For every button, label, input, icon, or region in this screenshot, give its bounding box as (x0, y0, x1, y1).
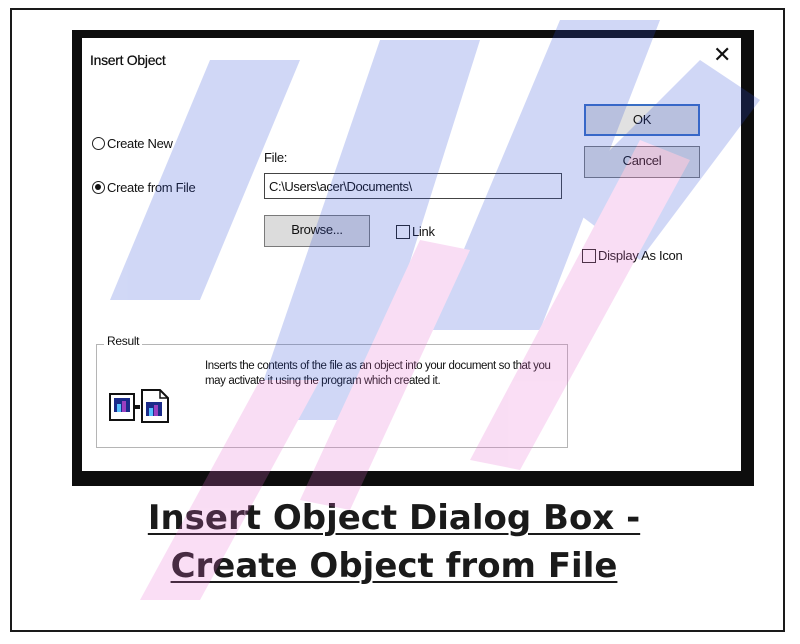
caption-line-1: Insert Object Dialog Box - (0, 498, 794, 538)
create-new-radio[interactable] (92, 137, 105, 150)
cancel-button[interactable]: Cancel (584, 146, 700, 178)
close-icon[interactable]: ✕ (713, 44, 731, 66)
browse-button[interactable]: Browse... (264, 215, 370, 247)
display-as-icon-checkbox[interactable] (582, 248, 596, 263)
dialog-title: Insert Object (90, 52, 166, 68)
link-checkbox[interactable] (396, 224, 410, 239)
link-option[interactable]: Link (396, 224, 435, 239)
result-legend: Result (104, 334, 143, 348)
display-as-icon-label: Display As Icon (598, 248, 683, 263)
insert-object-dialog: Insert Object ✕ Create New Create from F… (82, 38, 741, 471)
caption-line-2-text: Create Object from File (170, 546, 618, 586)
create-from-file-label: Create from File (107, 180, 196, 195)
create-new-label: Create New (107, 136, 173, 151)
ok-button[interactable]: OK (584, 104, 700, 136)
link-label: Link (412, 224, 435, 239)
create-from-file-radio[interactable] (92, 181, 105, 194)
embedded-object-icon (109, 389, 169, 423)
file-path-input[interactable] (264, 173, 562, 199)
result-description: Inserts the contents of the file as an o… (205, 360, 551, 387)
create-from-file-option[interactable]: Create from File (92, 180, 196, 195)
caption-line-2: Create Object from File (0, 546, 794, 586)
file-label: File: (264, 150, 288, 165)
caption-line-1-text: Insert Object Dialog Box - (147, 498, 641, 538)
display-as-icon-option[interactable]: Display As Icon (582, 248, 683, 263)
create-new-option[interactable]: Create New (92, 136, 173, 151)
